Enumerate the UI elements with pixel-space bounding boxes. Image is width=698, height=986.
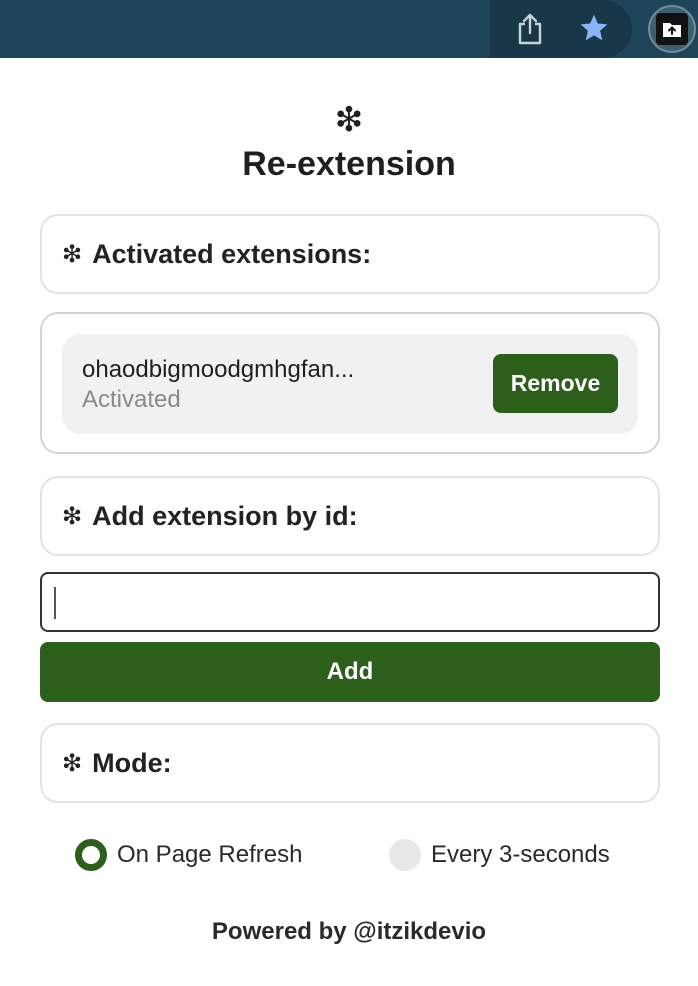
app-title: Re-extension xyxy=(242,145,456,183)
extension-icon[interactable] xyxy=(646,4,698,54)
extension-id: ohaodbigmoodgmhgfan... xyxy=(82,356,355,383)
radio-unselected-icon[interactable] xyxy=(389,839,421,871)
mode-option-label: On Page Refresh xyxy=(117,841,303,868)
bookmark-star-icon[interactable] xyxy=(574,8,614,48)
section-heading: Add extension by id: xyxy=(92,500,358,531)
extension-list-item: ohaodbigmoodgmhgfan... Activated Remove xyxy=(62,334,638,434)
sparkle-icon: ❇ xyxy=(62,749,83,777)
add-extension-section: ❇ Add extension by id: xyxy=(40,476,660,556)
mode-option-every-3-seconds[interactable]: Every 3-seconds xyxy=(389,836,610,874)
activated-extensions-section: ❇ Activated extensions: xyxy=(40,214,660,294)
footer-credit: Powered by @itzikdevio xyxy=(211,918,487,945)
text-caret xyxy=(54,587,56,619)
folder-upload-icon xyxy=(656,13,688,45)
mode-option-label: Every 3-seconds xyxy=(431,841,610,868)
mode-section: ❇ Mode: xyxy=(40,723,660,803)
add-button[interactable]: Add xyxy=(40,642,660,702)
sparkle-icon: ❇ xyxy=(62,502,83,530)
popup-header: ❇ Re-extension xyxy=(0,102,698,186)
extension-id-input[interactable] xyxy=(40,572,660,632)
radio-selected-icon[interactable] xyxy=(75,839,107,871)
extension-list: ohaodbigmoodgmhgfan... Activated Remove xyxy=(40,312,660,454)
section-heading: Mode: xyxy=(92,747,172,778)
extension-icon-ring xyxy=(648,5,696,53)
extension-status: Activated xyxy=(82,386,181,413)
sparkle-icon: ❇ xyxy=(62,240,83,268)
mode-option-page-refresh[interactable]: On Page Refresh xyxy=(75,836,302,874)
remove-button[interactable]: Remove xyxy=(493,354,618,413)
browser-toolbar xyxy=(0,0,698,58)
share-icon[interactable] xyxy=(512,10,548,48)
section-heading: Activated extensions: xyxy=(92,238,372,269)
sparkle-logo-icon: ❇ xyxy=(334,100,364,140)
